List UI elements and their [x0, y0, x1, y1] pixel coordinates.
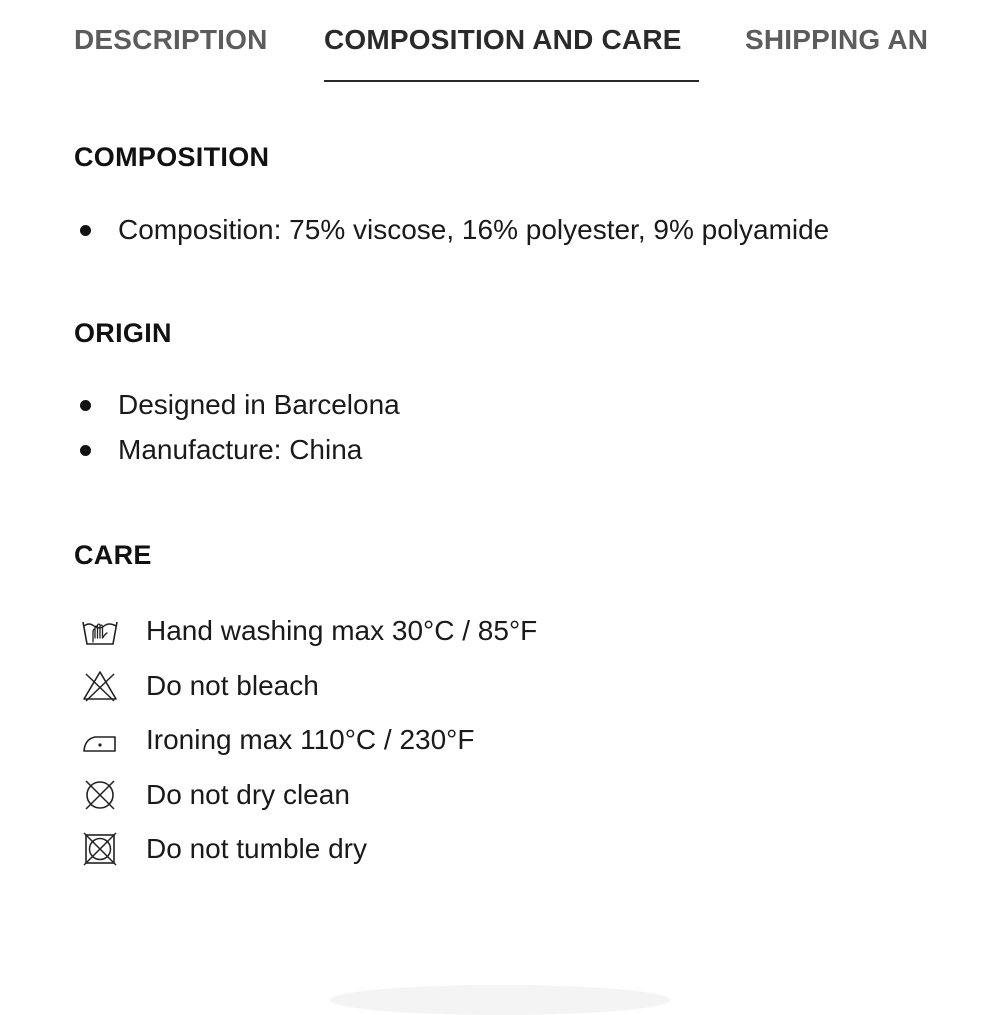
- care-item-no-bleach: Do not bleach: [80, 666, 319, 706]
- composition-text: Composition: 75% viscose, 16% polyester,…: [118, 214, 830, 245]
- care-item-ironing: Ironing max 110°C / 230°F: [80, 720, 474, 760]
- composition-heading: COMPOSITION: [74, 142, 270, 172]
- bullet-icon: [80, 444, 91, 456]
- origin-heading: ORIGIN: [74, 318, 172, 348]
- care-label: Do not tumble dry: [146, 833, 367, 864]
- tab-bar: DESCRIPTION COMPOSITION AND CARE SHIPPIN…: [0, 0, 928, 84]
- care-item-no-dry-clean: Do not dry clean: [80, 775, 350, 815]
- bullet-icon: [80, 224, 91, 236]
- tab-shipping[interactable]: SHIPPING AN: [745, 24, 928, 56]
- iron-low-icon: [80, 722, 120, 758]
- origin-manufacture-text: Manufacture: China: [118, 434, 363, 465]
- bottom-shadow: [330, 985, 670, 1015]
- list-item: Composition: 75% viscose, 16% polyester,…: [80, 210, 829, 250]
- tab-description[interactable]: DESCRIPTION: [74, 24, 268, 56]
- list-item: Designed in Barcelona: [80, 385, 400, 425]
- no-dry-clean-icon: [80, 777, 120, 813]
- tab-composition-and-care[interactable]: COMPOSITION AND CARE: [324, 24, 682, 56]
- bullet-icon: [80, 399, 91, 411]
- care-label: Ironing max 110°C / 230°F: [146, 724, 475, 755]
- care-item-hand-wash: Hand washing max 30°C / 85°F: [80, 611, 537, 651]
- active-tab-underline: [324, 80, 699, 82]
- no-tumble-dry-icon: [80, 831, 120, 867]
- care-item-no-tumble-dry: Do not tumble dry: [80, 829, 367, 869]
- care-heading: CARE: [74, 540, 152, 570]
- care-label: Do not dry clean: [146, 779, 350, 810]
- care-label: Hand washing max 30°C / 85°F: [146, 615, 538, 646]
- origin-design-text: Designed in Barcelona: [118, 389, 400, 420]
- care-label: Do not bleach: [146, 670, 319, 701]
- no-bleach-icon: [80, 668, 120, 704]
- list-item: Manufacture: China: [80, 430, 362, 470]
- hand-wash-icon: [80, 613, 120, 649]
